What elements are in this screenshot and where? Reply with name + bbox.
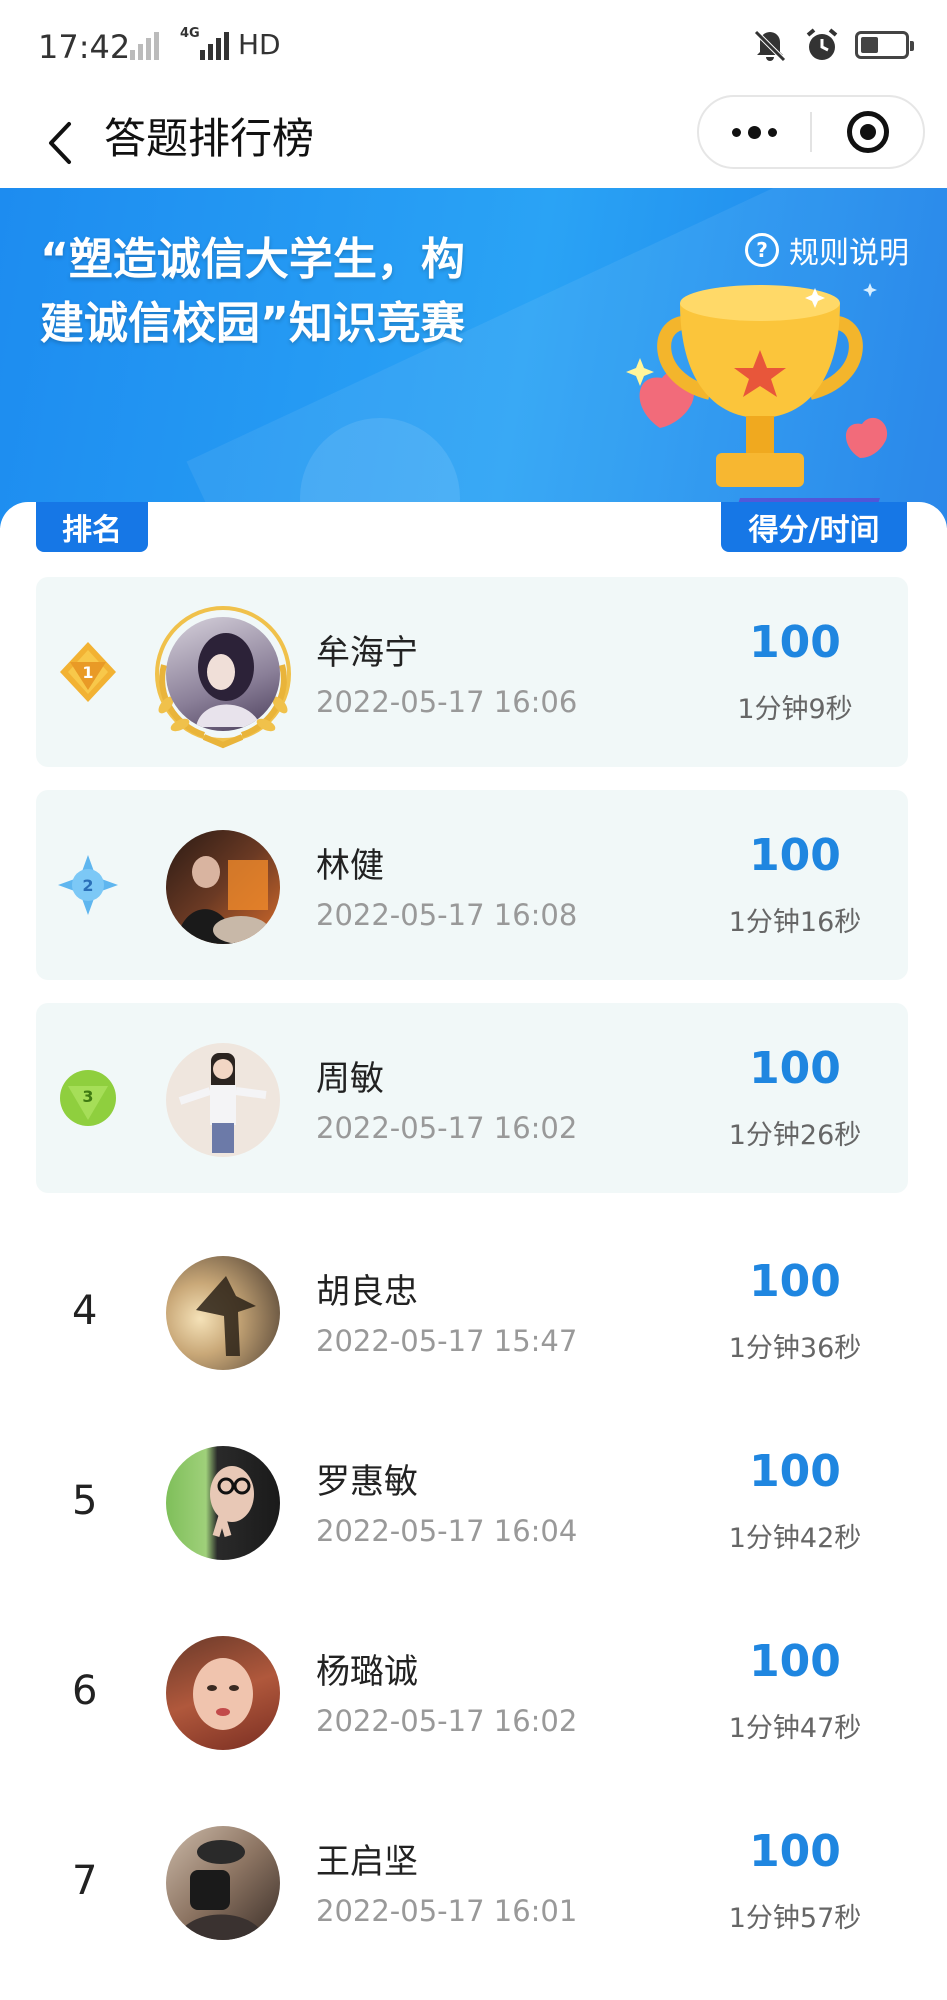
submit-time: 2022-05-17 15:47 [316,1324,578,1358]
competition-title: “塑造诚信大学生，构 建诚信校园”知识竞赛 [40,228,560,356]
user-name: 王启坚 [316,1842,418,1882]
medal-rank-2: 2 [82,876,93,895]
duration-value: 1分钟42秒 [728,1523,862,1554]
medal-rank-3: 3 [82,1087,93,1106]
more-button[interactable] [699,97,810,167]
submit-time: 2022-05-17 16:06 [316,685,578,719]
avatar-image [166,617,280,731]
rank-number: 5 [72,1478,98,1524]
avatar-1[interactable] [155,606,291,749]
avatar-7[interactable] [166,1826,280,1940]
duration-value: 1分钟36秒 [728,1333,862,1364]
rank-number: 4 [72,1288,98,1334]
duration-value: 1分钟16秒 [728,907,862,938]
close-miniprogram-button[interactable] [812,97,923,167]
avatar-image [166,1256,280,1370]
submit-time: 2022-05-17 16:08 [316,898,578,932]
question-icon: ? [745,233,779,267]
competition-title-line2: 建诚信校园”知识竞赛 [40,298,465,349]
avatar-3[interactable] [166,1043,280,1157]
signal-strong-icon [200,30,229,60]
duration-value: 1分钟9秒 [737,694,853,725]
capsule-menu [697,95,925,169]
status-time: 17:42 [38,28,131,66]
ranking-row-1[interactable]: 1 牟海宁 2022-05-17 16:06 100 1分钟9秒 [36,577,908,767]
signal-icon [130,30,159,60]
avatar-6[interactable] [166,1636,280,1750]
ranking-row-3[interactable]: 3 周敏 2022-05-17 16:02 100 1分钟26秒 [36,1003,908,1193]
rules-link[interactable]: ? 规则说明 [745,228,909,272]
blue-medal-icon: 2 [58,855,118,915]
duration-value: 1分钟57秒 [728,1903,862,1934]
submit-time: 2022-05-17 16:02 [316,1111,578,1145]
score-value: 100 [749,1446,841,1497]
user-name: 林健 [316,846,384,886]
page-title: 答题排行榜 [104,114,315,163]
score-value: 100 [749,617,841,668]
gold-medal-icon: 1 [60,642,116,702]
rank-number: 7 [72,1858,98,1904]
green-medal-icon: 3 [60,1070,116,1126]
avatar-4[interactable] [166,1256,280,1370]
battery-icon [855,31,914,59]
submit-time: 2022-05-17 16:01 [316,1894,578,1928]
medal-rank-1: 1 [82,663,93,682]
ranking-row-5[interactable]: 5 罗惠敏 2022-05-17 16:04 100 1分钟42秒 [36,1406,908,1596]
status-icons [751,26,914,64]
score-value: 100 [749,830,841,881]
ranking-row-7[interactable]: 7 王启坚 2022-05-17 16:01 100 1分钟57秒 [36,1786,908,1976]
back-button[interactable] [30,113,90,173]
user-name: 杨璐诚 [316,1652,418,1692]
status-bar: 17:42 4G HD [0,0,947,95]
rules-label: 规则说明 [789,236,909,271]
avatar-image [166,1043,280,1157]
score-value: 100 [749,1256,841,1307]
score-header: 得分/时间 [721,502,907,552]
competition-title-line1: “塑造诚信大学生，构 [40,234,465,285]
score-value: 100 [749,1043,841,1094]
rank-header: 排名 [36,502,148,552]
avatar-image [166,1636,280,1750]
duration-value: 1分钟47秒 [728,1713,862,1744]
ranking-row-4[interactable]: 4 胡良忠 2022-05-17 15:47 100 1分钟36秒 [36,1216,908,1406]
chevron-left-icon [49,122,71,164]
avatar-image [166,830,280,944]
user-name: 牟海宁 [316,633,418,673]
score-value: 100 [749,1636,841,1687]
submit-time: 2022-05-17 16:04 [316,1514,578,1548]
user-name: 罗惠敏 [316,1462,418,1502]
target-icon [846,111,889,153]
competition-banner: “塑造诚信大学生，构 建诚信校园”知识竞赛 ? 规则说明 [0,188,947,528]
hd-indicator: HD [238,28,281,61]
user-name: 周敏 [316,1059,384,1099]
duration-value: 1分钟26秒 [728,1120,862,1151]
ranking-row-6[interactable]: 6 杨璐诚 2022-05-17 16:02 100 1分钟47秒 [36,1596,908,1786]
alarm-icon [803,26,841,64]
submit-time: 2022-05-17 16:02 [316,1704,578,1738]
ranking-row-2[interactable]: 2 林健 2022-05-17 16:08 100 1分钟16秒 [36,790,908,980]
user-name: 胡良忠 [316,1272,418,1312]
avatar-image [166,1446,280,1560]
avatar-5[interactable] [166,1446,280,1560]
avatar-image [166,1826,280,1940]
avatar-2[interactable] [166,830,280,944]
more-dots-icon [732,125,777,139]
trophy-icon [626,283,888,528]
score-value: 100 [749,1826,841,1877]
mute-icon [751,26,789,64]
network-type: 4G [180,26,200,41]
navigation-bar: 答题排行榜 [0,95,947,190]
rank-number: 6 [72,1668,98,1714]
